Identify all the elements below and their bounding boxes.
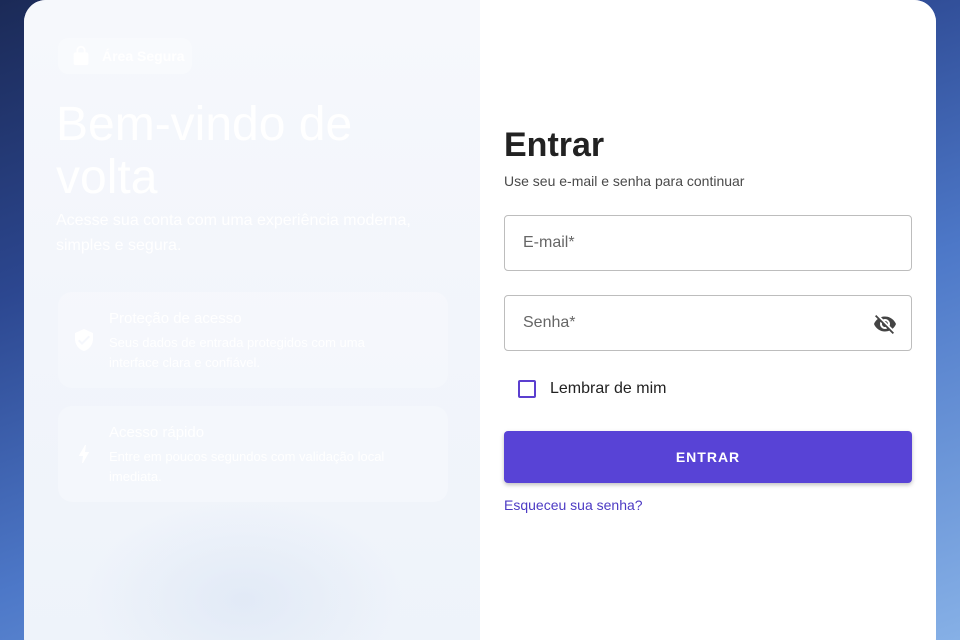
hero-title: Bem-vindo de volta (56, 98, 353, 204)
secure-area-label: Área Segura (102, 48, 185, 64)
feature-card-access-protection: Proteção de acesso Seus dados de entrada… (58, 292, 448, 388)
password-field[interactable] (504, 295, 912, 351)
feature-description: Seus dados de entrada protegidos com uma… (109, 335, 365, 370)
shield-check-icon (75, 329, 93, 351)
password-input[interactable] (505, 296, 911, 350)
email-field[interactable] (504, 215, 912, 271)
bolt-icon (79, 445, 90, 463)
login-form-panel: Entrar Use seu e-mail e senha para conti… (480, 0, 936, 640)
feature-description: Entre em poucos segundos com validação l… (109, 449, 385, 484)
remember-me-label: Lembrar de mim (550, 380, 667, 397)
email-input[interactable] (505, 216, 911, 270)
visibility-off-icon[interactable] (873, 312, 897, 336)
feature-card-fast-access: Acesso rápido Entre em poucos segundos c… (58, 406, 448, 502)
form-subtitle: Use seu e-mail e senha para continuar (504, 173, 745, 189)
secure-area-badge: Área Segura (58, 38, 192, 74)
checkbox-box[interactable] (518, 380, 536, 398)
feature-title: Proteção de acesso (109, 310, 242, 327)
form-title: Entrar (504, 126, 605, 164)
remember-me-checkbox[interactable]: Lembrar de mim (518, 380, 666, 398)
hero-subtitle: Acesse sua conta com uma experiência mod… (56, 212, 411, 254)
lock-icon (73, 45, 89, 66)
feature-title: Acesso rápido (109, 424, 205, 441)
login-submit-button[interactable]: ENTRAR (504, 431, 912, 483)
forgot-password-link[interactable]: Esqueceu sua senha? (504, 497, 643, 513)
login-card: Área Segura Bem-vindo de volta Acesse su… (24, 0, 936, 640)
hero-panel: Área Segura Bem-vindo de volta Acesse su… (24, 0, 480, 640)
